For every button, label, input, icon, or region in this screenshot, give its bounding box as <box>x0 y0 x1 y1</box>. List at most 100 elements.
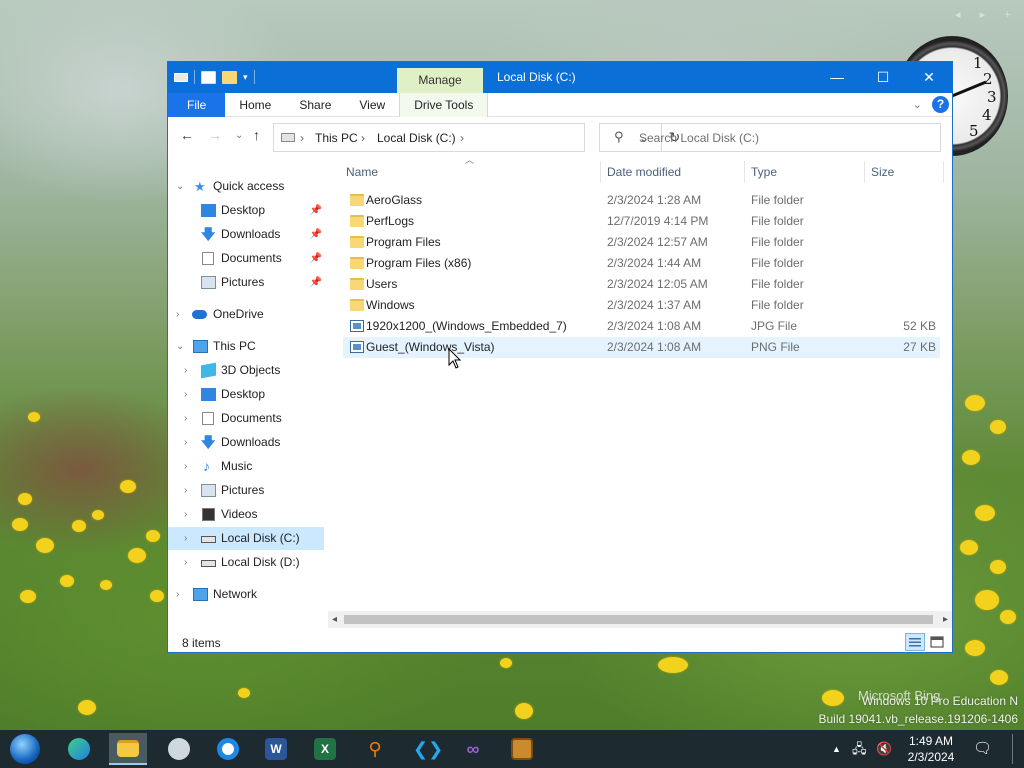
title-bar[interactable]: ▾ Manage Local Disk (C:) — ☐ ✕ <box>168 62 952 93</box>
tab-view[interactable]: View <box>345 93 399 117</box>
horizontal-scrollbar[interactable]: ◂ ▸ <box>328 611 952 628</box>
tab-file[interactable]: File <box>168 93 226 117</box>
column-divider[interactable] <box>864 161 865 183</box>
taskbar-codeblocks[interactable] <box>503 733 541 765</box>
close-button[interactable]: ✕ <box>906 62 952 93</box>
file-row[interactable]: Users 2/3/2024 12:05 AM File folder <box>343 274 940 295</box>
taskbar-search-tool[interactable]: ⚲ <box>356 733 394 765</box>
pin-icon[interactable]: 📌 <box>310 247 322 270</box>
pin-icon[interactable]: 📌 <box>310 271 322 294</box>
pin-icon[interactable]: 📌 <box>310 199 322 222</box>
taskbar-clock[interactable]: 1:49 AM 2/3/2024 <box>896 733 966 765</box>
scroll-right-icon[interactable]: ▸ <box>943 611 948 628</box>
chevron-right-icon[interactable]: › <box>184 431 187 454</box>
file-row[interactable]: Windows 2/3/2024 1:37 AM File folder <box>343 295 940 316</box>
nav-pc-documents[interactable]: › Documents <box>168 407 324 430</box>
network-icon[interactable]: 🖧 <box>852 730 867 768</box>
gadget-controls[interactable]: ◂ ▸ + <box>955 8 1019 21</box>
column-header-type[interactable]: Type <box>751 157 777 187</box>
chevron-right-icon[interactable]: › <box>176 303 179 326</box>
nav-quick-access[interactable]: ⌄ ★ Quick access <box>168 175 324 198</box>
chevron-down-icon[interactable]: ⌄ <box>176 335 184 358</box>
chevron-right-icon[interactable]: › <box>184 551 187 574</box>
chevron-down-icon[interactable]: ⌄ <box>176 175 184 198</box>
chevron-right-icon[interactable]: › <box>184 503 187 526</box>
taskbar-excel[interactable]: X <box>306 733 344 765</box>
tab-home[interactable]: Home <box>225 93 285 117</box>
chevron-right-icon[interactable]: › <box>184 407 187 430</box>
nav-3d-objects[interactable]: › 3D Objects <box>168 359 324 382</box>
taskbar-visual-studio[interactable]: ∞ <box>454 733 492 765</box>
breadcrumb-this-pc[interactable]: This PC <box>315 131 358 145</box>
chevron-right-icon[interactable]: › <box>176 583 179 606</box>
column-divider[interactable] <box>744 161 745 183</box>
tab-drive-tools[interactable]: Drive Tools <box>399 93 489 117</box>
column-divider[interactable] <box>943 161 944 183</box>
chevron-down-icon[interactable]: ▾ <box>243 72 248 83</box>
file-row[interactable]: Program Files 2/3/2024 12:57 AM File fol… <box>343 232 940 253</box>
breadcrumb-local-disk[interactable]: Local Disk (C:) <box>377 131 456 145</box>
column-divider[interactable] <box>600 161 601 183</box>
nav-pc-downloads[interactable]: › 🡇 Downloads <box>168 431 324 454</box>
recent-locations-icon[interactable]: ⌄ <box>235 130 243 141</box>
scrollbar-thumb[interactable] <box>344 615 933 624</box>
tab-manage[interactable]: Manage <box>397 68 483 93</box>
nav-network[interactable]: › Network <box>168 583 324 606</box>
column-header-size[interactable]: Size <box>871 157 894 187</box>
forward-arrow-icon[interactable]: → <box>208 127 222 143</box>
expand-ribbon-icon[interactable]: ⌄ <box>913 98 922 111</box>
flower <box>1000 610 1016 624</box>
show-hidden-icons[interactable]: ▲ <box>832 730 841 768</box>
minimize-button[interactable]: — <box>814 62 860 93</box>
notifications-icon[interactable]: 🗨 <box>973 730 992 768</box>
nav-this-pc[interactable]: ⌄ This PC <box>168 335 324 358</box>
column-header-name[interactable]: Name <box>346 157 378 187</box>
address-bar[interactable]: › This PC › Local Disk (C:) › ⌄ ↻ <box>273 123 680 152</box>
details-view-icon[interactable] <box>905 633 925 651</box>
nav-quick-documents[interactable]: Documents 📌 <box>168 247 324 270</box>
taskbar-vscode[interactable]: ❮❯ <box>405 733 443 765</box>
taskbar-word[interactable]: W <box>257 733 295 765</box>
chevron-right-icon[interactable]: › <box>184 359 187 382</box>
file-row[interactable]: AeroGlass 2/3/2024 1:28 AM File folder <box>343 190 940 211</box>
pin-icon[interactable]: 📌 <box>310 223 322 246</box>
chevron-right-icon[interactable]: › <box>184 383 187 406</box>
up-arrow-icon[interactable]: ↑ <box>253 127 260 143</box>
breadcrumb-separator[interactable]: › <box>460 131 464 145</box>
file-row[interactable]: 1920x1200_(Windows_Embedded_7) 2/3/2024 … <box>343 316 940 337</box>
taskbar-steam[interactable] <box>160 733 198 765</box>
nav-quick-pictures[interactable]: Pictures 📌 <box>168 271 324 294</box>
nav-pc-music[interactable]: › ♪ Music <box>168 455 324 478</box>
nav-onedrive[interactable]: › OneDrive <box>168 303 324 326</box>
chevron-right-icon[interactable]: › <box>184 479 187 502</box>
nav-local-disk-d[interactable]: › Local Disk (D:) <box>168 551 324 574</box>
start-button[interactable] <box>6 733 44 765</box>
help-icon[interactable]: ? <box>932 96 949 113</box>
maximize-button[interactable]: ☐ <box>860 62 906 93</box>
properties-icon[interactable] <box>201 70 216 84</box>
nav-pc-desktop[interactable]: › Desktop <box>168 383 324 406</box>
back-arrow-icon[interactable]: ← <box>180 127 194 143</box>
file-row[interactable]: Program Files (x86) 2/3/2024 1:44 AM Fil… <box>343 253 940 274</box>
status-bar: 8 items <box>168 631 952 653</box>
chevron-right-icon[interactable]: › <box>184 455 187 478</box>
nav-quick-downloads[interactable]: 🡇 Downloads 📌 <box>168 223 324 246</box>
column-header-date[interactable]: Date modified <box>607 157 681 187</box>
file-row[interactable]: Guest_(Windows_Vista) 2/3/2024 1:08 AM P… <box>343 337 940 358</box>
taskbar-file-explorer[interactable] <box>109 733 147 765</box>
nav-pc-videos[interactable]: › Videos <box>168 503 324 526</box>
file-row[interactable]: PerfLogs 12/7/2019 4:14 PM File folder <box>343 211 940 232</box>
nav-pc-pictures[interactable]: › Pictures <box>168 479 324 502</box>
volume-muted-icon[interactable]: 🔇 <box>876 730 892 768</box>
chevron-right-icon[interactable]: › <box>184 527 187 550</box>
tab-share[interactable]: Share <box>285 93 345 117</box>
large-icons-view-icon[interactable] <box>927 633 947 651</box>
show-desktop-button[interactable] <box>1012 734 1013 764</box>
nav-local-disk-c[interactable]: › Local Disk (C:) <box>168 527 324 550</box>
search-input[interactable]: ⚲ Search Local Disk (C:) <box>599 123 941 152</box>
new-folder-icon[interactable] <box>222 70 237 84</box>
taskbar-chrome[interactable] <box>209 733 247 765</box>
scroll-left-icon[interactable]: ◂ <box>332 611 337 628</box>
taskbar-edge[interactable] <box>60 733 98 765</box>
nav-quick-desktop[interactable]: Desktop 📌 <box>168 199 324 222</box>
